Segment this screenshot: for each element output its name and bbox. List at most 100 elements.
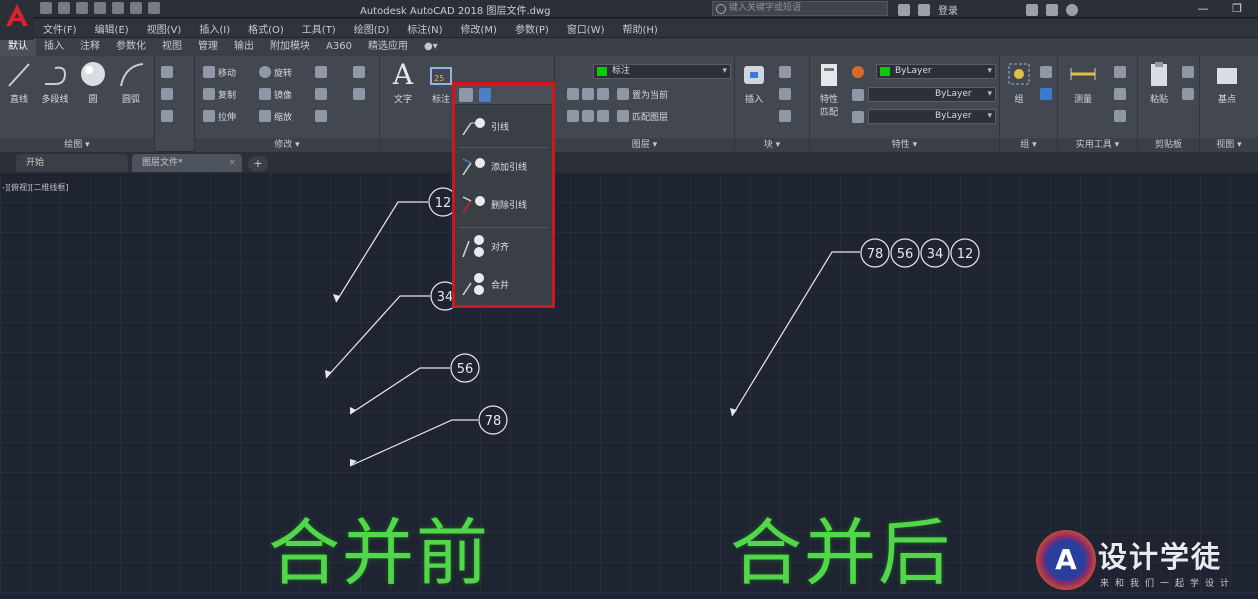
tab-output[interactable]: 输出: [226, 38, 262, 56]
save-as-icon[interactable]: [94, 2, 106, 14]
mirror-button[interactable]: 镜像: [259, 86, 292, 102]
menu-dimension[interactable]: 标注(N): [398, 21, 451, 36]
set-current-button[interactable]: 置为当前: [617, 86, 668, 102]
tab-manage[interactable]: 管理: [190, 38, 226, 56]
menu-draw[interactable]: 绘图(D): [345, 21, 399, 36]
match-properties-button[interactable]: 特性匹配: [812, 60, 846, 118]
linetype-tool[interactable]: [852, 109, 864, 125]
polyline-button[interactable]: 多段线: [38, 60, 72, 105]
menu-modify[interactable]: 修改(M): [452, 21, 506, 36]
properties-panel-title[interactable]: 特性 ▾: [810, 138, 999, 152]
block-attr-tool[interactable]: [779, 108, 791, 124]
create-block-tool[interactable]: [779, 64, 791, 80]
help-icon[interactable]: [1066, 3, 1078, 16]
color-wheel-tool[interactable]: [852, 64, 864, 80]
color-dropdown[interactable]: ByLayer: [876, 64, 996, 79]
menu-help[interactable]: 帮助(H): [614, 21, 667, 36]
measure-button[interactable]: 测量: [1066, 60, 1100, 105]
tab-parametric[interactable]: 参数化: [108, 38, 154, 56]
menu-tools[interactable]: 工具(T): [293, 21, 345, 36]
match-layer-button[interactable]: 匹配图层: [617, 108, 668, 124]
menu-edit[interactable]: 编辑(E): [86, 21, 138, 36]
cart-icon[interactable]: [1026, 3, 1038, 16]
fillet-tool[interactable]: [315, 86, 327, 102]
view-panel-title[interactable]: 视图 ▾: [1200, 138, 1258, 152]
tab-a360[interactable]: A360: [318, 38, 360, 56]
tab-default[interactable]: 默认: [0, 38, 36, 56]
edit-tool[interactable]: [353, 64, 365, 80]
active-document-tab[interactable]: 图层文件* ×: [132, 154, 242, 172]
ungroup-tool[interactable]: [1040, 64, 1052, 80]
groups-panel-title[interactable]: 组 ▾: [1000, 138, 1057, 152]
clipboard-panel-title[interactable]: 剪贴板: [1138, 138, 1199, 152]
new-file-icon[interactable]: [40, 2, 52, 14]
menu-view[interactable]: 视图(V): [138, 21, 191, 36]
undo-icon[interactable]: [130, 2, 142, 14]
tab-addins[interactable]: 附加模块: [262, 38, 318, 56]
lineweight-tool[interactable]: [852, 87, 864, 103]
layer-dropdown[interactable]: 标注: [593, 64, 731, 79]
layer-tools-2[interactable]: [567, 108, 609, 124]
base-point-button[interactable]: 基点: [1210, 60, 1244, 105]
multileader-icon[interactable]: [459, 88, 473, 102]
ellipse-tool[interactable]: [161, 108, 173, 124]
tab-featured-apps[interactable]: 精选应用: [360, 38, 416, 56]
tab-more[interactable]: ●▾: [416, 38, 446, 56]
stretch-button[interactable]: 拉伸: [203, 108, 236, 124]
modify-panel-title[interactable]: 修改 ▾: [195, 138, 379, 152]
tab-annotate[interactable]: 注释: [72, 38, 108, 56]
insert-block-button[interactable]: 插入: [737, 60, 771, 105]
group-edit-tool[interactable]: [1040, 86, 1052, 102]
draw-panel-title[interactable]: 绘图 ▾: [0, 138, 154, 152]
menu-format[interactable]: 格式(O): [239, 21, 293, 36]
user-icon[interactable]: [918, 3, 930, 16]
tab-view[interactable]: 视图: [154, 38, 190, 56]
maximize-button[interactable]: ❐: [1220, 0, 1254, 17]
utility-tool-3[interactable]: [1114, 108, 1126, 124]
move-button[interactable]: 移动: [203, 64, 236, 80]
line-button[interactable]: 直线: [2, 60, 36, 105]
block-panel-title[interactable]: 块 ▾: [735, 138, 809, 152]
paste-button[interactable]: 粘贴: [1142, 60, 1176, 105]
explode-tool[interactable]: [353, 86, 365, 102]
group-button[interactable]: 组: [1002, 60, 1036, 105]
signin-button[interactable]: 登录: [938, 2, 958, 17]
close-tab-icon[interactable]: ×: [228, 154, 236, 172]
flyout-dropdown-icon[interactable]: [479, 88, 491, 102]
circle-button[interactable]: 圆: [76, 60, 110, 105]
remove-leader-button[interactable]: 删除引线: [459, 187, 548, 221]
menu-parametric[interactable]: 参数(P): [506, 21, 558, 36]
utility-tool-1[interactable]: [1114, 64, 1126, 80]
redo-icon[interactable]: [148, 2, 160, 14]
add-leader-button[interactable]: 添加引线: [459, 149, 548, 183]
rotate-button[interactable]: 旋转: [259, 64, 292, 80]
binoculars-icon[interactable]: [898, 3, 910, 16]
cut-tool[interactable]: [1182, 64, 1194, 80]
copy-button[interactable]: 复制: [203, 86, 236, 102]
rectangle-tool[interactable]: [161, 64, 173, 80]
layers-panel-title[interactable]: 图层 ▾: [555, 138, 734, 152]
utilities-panel-title[interactable]: 实用工具 ▾: [1058, 138, 1137, 152]
edit-block-tool[interactable]: [779, 86, 791, 102]
print-icon[interactable]: [112, 2, 124, 14]
scale-button[interactable]: 缩放: [259, 108, 292, 124]
start-tab[interactable]: 开始: [16, 154, 128, 172]
new-tab-button[interactable]: +: [248, 156, 268, 172]
tab-insert[interactable]: 插入: [36, 38, 72, 56]
array-tool[interactable]: [315, 108, 327, 124]
trim-tool[interactable]: [315, 64, 327, 80]
autocad-logo[interactable]: [0, 0, 34, 40]
collect-button[interactable]: 合并: [459, 267, 548, 301]
open-file-icon[interactable]: [58, 2, 70, 14]
menu-window[interactable]: 窗口(W): [558, 21, 614, 36]
hatch-tool[interactable]: [161, 86, 173, 102]
arc-button[interactable]: 圆弧: [114, 60, 148, 105]
text-button[interactable]: A 文字: [386, 60, 420, 106]
search-input[interactable]: 键入关键字或短语: [712, 1, 888, 16]
copy-clip-tool[interactable]: [1182, 86, 1194, 102]
leader-button[interactable]: 引线: [459, 109, 548, 143]
minimize-button[interactable]: —: [1186, 0, 1220, 17]
linetype-dropdown[interactable]: ByLayer: [868, 109, 996, 124]
menu-file[interactable]: 文件(F): [34, 21, 86, 36]
lineweight-dropdown[interactable]: ByLayer: [868, 87, 996, 102]
